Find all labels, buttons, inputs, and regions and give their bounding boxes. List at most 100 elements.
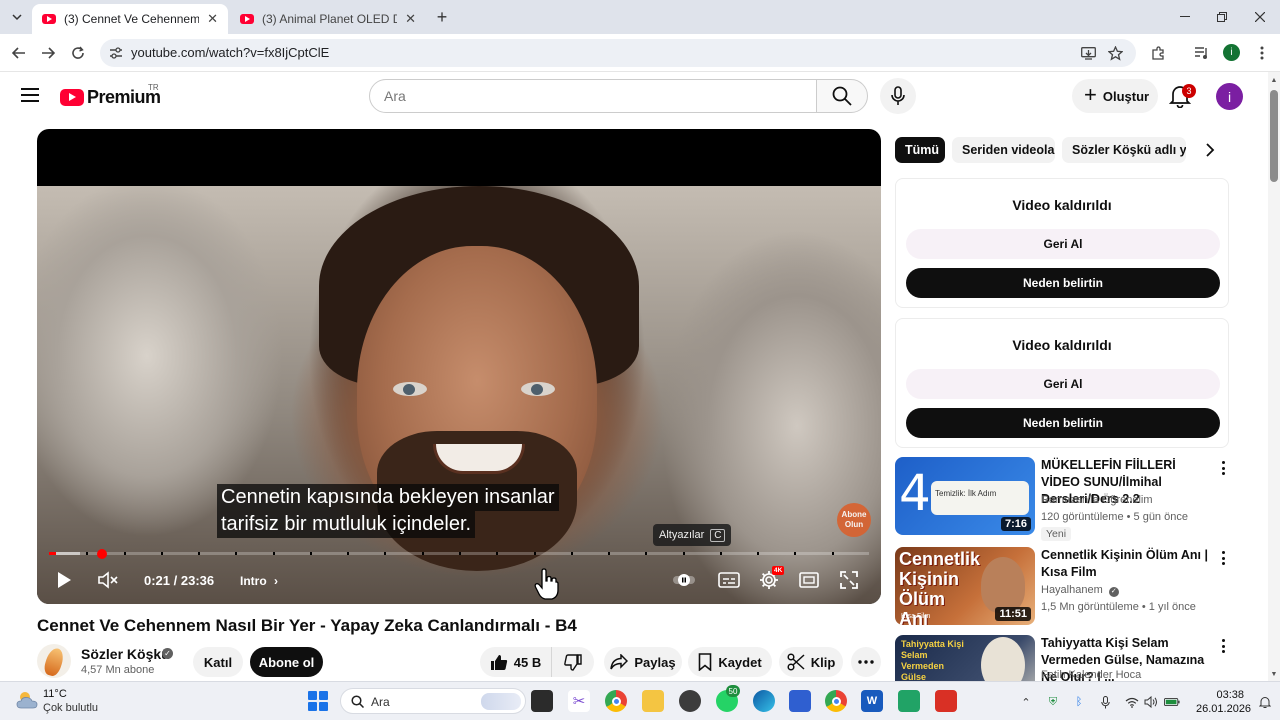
save-button[interactable]: Kaydet [688,647,772,677]
wifi-icon[interactable] [1124,694,1140,710]
scroll-up-arrow-icon[interactable]: ▲ [1270,76,1278,84]
media-controls-icon[interactable] [1191,42,1213,64]
miniplayer-button[interactable] [796,567,822,593]
vscode-icon[interactable] [789,690,811,712]
microphone-icon[interactable] [1097,694,1113,710]
caption-window: Cennetin kapısında bekleyen insanlar tar… [217,484,559,538]
recommendation-item[interactable]: Tahiyyatta Kişi Selam Vermeden Gülse Tah… [895,635,1229,681]
edge-icon[interactable] [753,690,775,712]
tray-overflow-icon[interactable]: ⌃ [1018,694,1034,710]
maximize-button[interactable] [1203,0,1241,34]
taskbar-search[interactable]: Ara [340,688,526,714]
recommendation-item[interactable]: Cennetlik Kişinin Ölüm Anı Kısa Film 11:… [895,547,1229,629]
give-reason-button[interactable]: Neden belirtin [906,268,1220,298]
task-view-icon[interactable] [531,690,553,712]
give-reason-button[interactable]: Neden belirtin [906,408,1220,438]
undo-button[interactable]: Geri Al [906,229,1220,259]
browser-profile-avatar[interactable]: i [1223,44,1240,61]
unity-icon[interactable] [679,690,701,712]
progress-bar[interactable] [49,552,869,555]
close-tab-icon[interactable]: ✕ [207,11,218,27]
temperature: 11°C [43,688,67,700]
extensions-icon[interactable] [1147,42,1169,64]
account-avatar[interactable]: i [1216,83,1243,110]
video-player[interactable]: Cennetin kapısında bekleyen insanlar tar… [37,129,881,604]
more-options-icon[interactable] [1218,549,1228,567]
search-button[interactable] [816,79,868,113]
recommendation-item[interactable]: 4 Temizlik: İlk Adım 7:16 MÜKELLEFİN Fİİ… [895,457,1229,541]
search-input[interactable] [384,88,804,104]
captions-button[interactable] [712,567,746,593]
address-bar[interactable]: youtube.com/watch?v=fx8IjCptClE [100,39,1136,67]
minimize-button[interactable] [1166,0,1204,34]
more-options-icon[interactable] [1218,637,1228,655]
chip-series-videos[interactable]: Seriden videolar [952,137,1055,163]
cloudy-weather-icon[interactable] [16,689,40,711]
voice-search-button[interactable] [880,78,916,114]
close-window-button[interactable] [1241,0,1279,34]
subscribe-button[interactable]: Abone ol [250,647,323,677]
bookmark-star-icon[interactable] [1107,45,1123,61]
green-app-icon[interactable] [898,690,920,712]
fullscreen-button[interactable] [836,567,862,593]
scroll-down-arrow-icon[interactable]: ▼ [1270,670,1278,678]
recommendation-channel[interactable]: Hayalhanem ✓ [1041,584,1119,597]
join-button[interactable]: Katıl [193,647,243,677]
dislike-button[interactable] [552,647,594,677]
chrome-icon[interactable] [605,690,627,712]
site-info-icon[interactable] [108,45,124,61]
search-box[interactable] [369,79,817,113]
browser-menu-icon[interactable] [1251,42,1273,64]
forward-button[interactable] [37,42,59,64]
more-actions-button[interactable] [851,647,881,677]
mute-button[interactable] [95,567,121,593]
start-button[interactable] [308,691,328,711]
chapter-button[interactable]: Intro › [240,574,278,588]
volume-icon[interactable] [1143,694,1159,710]
close-tab-icon[interactable]: ✕ [405,11,416,27]
recommendation-channel[interactable]: Fatih Kalender Hoca [1041,669,1141,681]
scrollbar-thumb[interactable] [1270,90,1278,182]
video-thumbnail[interactable]: 4 Temizlik: İlk Adım 7:16 [895,457,1035,535]
notification-center-icon[interactable] [1257,694,1273,710]
snipping-tool-icon[interactable]: ✂ [568,690,590,712]
taskbar-clock[interactable]: 03:38 26.01.2026 [1196,688,1251,716]
screen: (3) Cennet Ve Cehennem Nasıl Bir Yer ✕ (… [0,0,1280,720]
red-app-icon[interactable] [935,690,957,712]
youtube-premium-logo[interactable]: Premium TR [60,83,161,109]
new-tab-button[interactable]: + [430,6,454,28]
channel-avatar[interactable] [37,644,71,678]
tab-animal-planet[interactable]: (3) Animal Planet OLED Demo | 4K HDR ✕ [230,4,426,34]
video-thumbnail[interactable]: Cennetlik Kişinin Ölüm Anı Kısa Film 11:… [895,547,1035,625]
chip-scroll-next-button[interactable] [1199,139,1221,161]
security-shield-icon[interactable]: ⛨ [1045,694,1061,710]
bluetooth-icon[interactable]: ᛒ [1071,694,1087,710]
chip-all[interactable]: Tümü [895,137,945,163]
play-button[interactable] [51,567,77,593]
file-explorer-icon[interactable] [642,690,664,712]
back-button[interactable] [8,42,30,64]
word-icon[interactable]: W [861,690,883,712]
like-button[interactable]: 45 B [480,647,552,677]
chrome-profile-icon[interactable] [825,690,847,712]
share-button[interactable]: Paylaş [604,647,682,677]
battery-icon[interactable] [1164,694,1180,710]
undo-button[interactable]: Geri Al [906,369,1220,399]
create-button[interactable]: + Oluştur [1072,79,1158,113]
autoplay-toggle[interactable] [671,567,697,593]
clip-button[interactable]: Klip [779,647,843,677]
recommendation-title[interactable]: Cennetlik Kişinin Ölüm Anı | Kısa Film [1041,547,1213,581]
video-thumbnail[interactable]: Tahiyyatta Kişi Selam Vermeden Gülse [895,635,1035,681]
channel-name[interactable]: Sözler Köşkü [81,646,170,662]
reload-button[interactable] [67,42,89,64]
guide-menu-icon[interactable] [21,88,39,104]
tab-search-button[interactable] [6,6,28,28]
tab-cennet-video[interactable]: (3) Cennet Ve Cehennem Nasıl Bir Yer ✕ [32,4,228,34]
more-options-icon[interactable] [1218,459,1228,477]
video-frame[interactable] [37,186,881,604]
chip-uploader-videos[interactable]: Sözler Köşkü adlı yükleyiciden [1062,137,1186,163]
settings-button[interactable]: 4K [756,566,785,593]
install-app-icon[interactable] [1080,45,1096,61]
recommendation-channel[interactable]: Ramazan'la Öğrenelim [1041,494,1153,506]
subscribe-watermark[interactable]: Abone Olun [837,503,871,537]
